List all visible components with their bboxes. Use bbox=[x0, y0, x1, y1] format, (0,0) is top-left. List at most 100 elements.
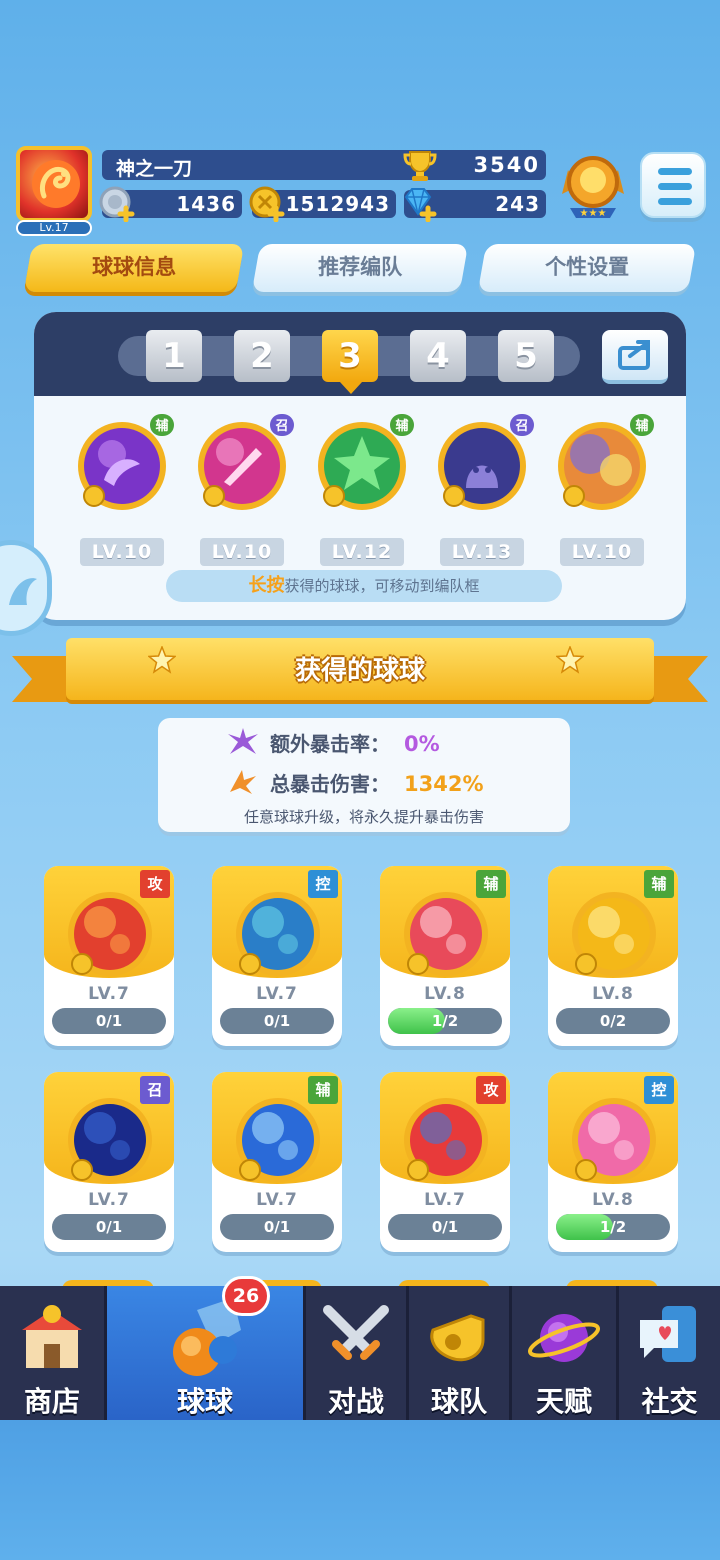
extra-crit-row: 额外暴击率： 0% bbox=[270, 728, 440, 757]
ball-card[interactable]: 控 LV.8 1/2 bbox=[548, 1072, 678, 1252]
team-slot-5[interactable]: 5 bbox=[498, 330, 554, 382]
ball-icon bbox=[236, 1098, 320, 1182]
crit-stats-panel: 额外暴击率： 0% 总暴击伤害： 1342% 任意球球升级，将永久提升暴击伤害 bbox=[158, 718, 570, 832]
team-slot-3[interactable]: 3 bbox=[322, 330, 378, 382]
trophy-count: 3540 bbox=[473, 153, 540, 177]
player-level: Lv.17 bbox=[16, 220, 92, 236]
team-ball-4[interactable]: 召 bbox=[430, 414, 534, 518]
ball-type-tag: 攻 bbox=[140, 870, 170, 898]
silver-coin-icon bbox=[99, 186, 135, 222]
upgrade-progress-text: 1/2 bbox=[431, 1012, 459, 1030]
hint-text: 获得的球球，可移动到编队框 bbox=[284, 577, 480, 595]
dolphin-icon bbox=[9, 578, 37, 605]
ball-type-tag: 控 bbox=[308, 870, 338, 898]
ball-icon bbox=[68, 1098, 152, 1182]
nav-team[interactable]: 球队 bbox=[409, 1286, 509, 1420]
ball-level: LV.8 bbox=[424, 984, 466, 1004]
new-balls-badge: 26 bbox=[222, 1276, 270, 1316]
ball-level: LV.7 bbox=[424, 1190, 466, 1210]
upgrade-progress-bar: 0/1 bbox=[52, 1008, 166, 1034]
crossed-swords-icon bbox=[323, 1305, 389, 1360]
team-slot-1[interactable]: 1 bbox=[146, 330, 202, 382]
hint-highlight: 长按 bbox=[248, 575, 285, 596]
diamond-icon bbox=[404, 188, 437, 222]
svg-text:辅: 辅 bbox=[395, 418, 408, 434]
ball-card[interactable]: 攻 LV.7 0/1 bbox=[44, 866, 174, 1046]
ball-icon bbox=[404, 1098, 488, 1182]
extra-crit-value: 0% bbox=[404, 732, 440, 756]
ball-icon bbox=[68, 892, 152, 976]
planet-icon bbox=[527, 1314, 601, 1362]
upgrade-progress-text: 0/1 bbox=[431, 1218, 459, 1236]
upgrade-progress-bar: 0/1 bbox=[220, 1214, 334, 1240]
ball-card[interactable]: 攻 LV.7 0/1 bbox=[380, 1072, 510, 1252]
team-panel: 1 2 3 4 5 辅 召 辅 召 辅 LV.10 LV.10 LV.12 LV… bbox=[34, 312, 686, 620]
bottom-nav: 商店 球球 26 对战 球队 天赋 社交 bbox=[0, 1276, 720, 1420]
crit-rate-icon bbox=[228, 728, 258, 754]
total-crit-label: 总暴击伤害： bbox=[270, 772, 390, 796]
silver-count: 1436 bbox=[176, 192, 236, 216]
silver-coin-bar[interactable]: 1436 bbox=[99, 186, 242, 222]
ball-icon bbox=[236, 892, 320, 976]
ball-type-tag: 辅 bbox=[476, 870, 506, 898]
ball-level: LV.8 bbox=[592, 984, 634, 1004]
upgrade-progress-text: 0/1 bbox=[263, 1218, 291, 1236]
gem-count: 243 bbox=[495, 192, 540, 216]
rank-badge-icon[interactable]: ★★★ bbox=[560, 150, 626, 222]
ball-icon bbox=[404, 892, 488, 976]
upgrade-progress-text: 0/1 bbox=[263, 1012, 291, 1030]
dragon-icon bbox=[32, 160, 80, 208]
ball-level: LV.7 bbox=[88, 984, 130, 1004]
tab-ball-info[interactable]: 球球信息 bbox=[23, 244, 245, 292]
ball-icon bbox=[572, 1098, 656, 1182]
upgrade-progress-bar: 1/2 bbox=[388, 1008, 502, 1034]
team-slot-2[interactable]: 2 bbox=[234, 330, 290, 382]
team-slot-4[interactable]: 4 bbox=[410, 330, 466, 382]
team-ball-3-level: LV.12 bbox=[320, 538, 404, 566]
ball-level: LV.7 bbox=[256, 1190, 298, 1210]
nav-social[interactable]: 社交 bbox=[619, 1286, 720, 1420]
total-crit-value: 1342% bbox=[404, 772, 484, 796]
player-name: 神之一刀 bbox=[116, 158, 193, 180]
menu-button[interactable] bbox=[640, 152, 706, 218]
nav-shop[interactable]: 商店 bbox=[0, 1286, 104, 1420]
total-crit-row: 总暴击伤害： 1342% bbox=[270, 768, 484, 797]
trophy-icon bbox=[403, 151, 437, 181]
ball-card[interactable]: 辅 LV.8 0/2 bbox=[548, 866, 678, 1046]
ball-card[interactable]: 召 LV.7 0/1 bbox=[44, 1072, 174, 1252]
team-ball-2-level: LV.10 bbox=[200, 538, 284, 566]
whistle-icon bbox=[430, 1314, 485, 1362]
team-ball-2[interactable]: 召 bbox=[190, 414, 294, 518]
player-info-bar: 神之一刀 3540 bbox=[102, 150, 546, 181]
upgrade-progress-bar: 0/1 bbox=[388, 1214, 502, 1240]
ball-card[interactable]: 辅 LV.8 1/2 bbox=[380, 866, 510, 1046]
team-ball-1[interactable]: 辅 bbox=[70, 414, 174, 518]
ball-level: LV.8 bbox=[592, 1190, 634, 1210]
svg-text:召: 召 bbox=[275, 419, 288, 434]
nav-battle[interactable]: 对战 bbox=[306, 1286, 406, 1420]
tab-recommended-team[interactable]: 推荐编队 bbox=[251, 244, 469, 292]
team-ball-5-level: LV.10 bbox=[560, 538, 644, 566]
ball-level: LV.7 bbox=[88, 1190, 130, 1210]
share-icon bbox=[618, 340, 650, 370]
gold-coin-bar[interactable]: 1512943 bbox=[249, 186, 396, 222]
gem-bar[interactable]: 243 bbox=[404, 188, 546, 222]
upgrade-progress-bar: 0/2 bbox=[556, 1008, 670, 1034]
svg-text:辅: 辅 bbox=[635, 418, 648, 434]
nav-talent[interactable]: 天赋 bbox=[512, 1286, 616, 1420]
share-button[interactable] bbox=[602, 330, 668, 384]
player-avatar[interactable] bbox=[16, 146, 92, 222]
tab-personal-settings[interactable]: 个性设置 bbox=[477, 244, 697, 292]
shop-icon bbox=[22, 1305, 82, 1368]
nav-social-label: 社交 bbox=[641, 1385, 698, 1418]
team-ball-1-level: LV.10 bbox=[80, 538, 164, 566]
nav-balls[interactable]: 球球 bbox=[107, 1286, 303, 1420]
ball-type-tag: 召 bbox=[140, 1076, 170, 1104]
ball-card[interactable]: 辅 LV.7 0/1 bbox=[212, 1072, 342, 1252]
menu-icon bbox=[658, 168, 692, 175]
nav-shop-label: 商店 bbox=[23, 1385, 80, 1418]
side-drawer-handle[interactable] bbox=[0, 540, 52, 636]
team-ball-5[interactable]: 辅 bbox=[550, 414, 654, 518]
team-ball-3[interactable]: 辅 bbox=[310, 414, 414, 518]
ball-card[interactable]: 控 LV.7 0/1 bbox=[212, 866, 342, 1046]
